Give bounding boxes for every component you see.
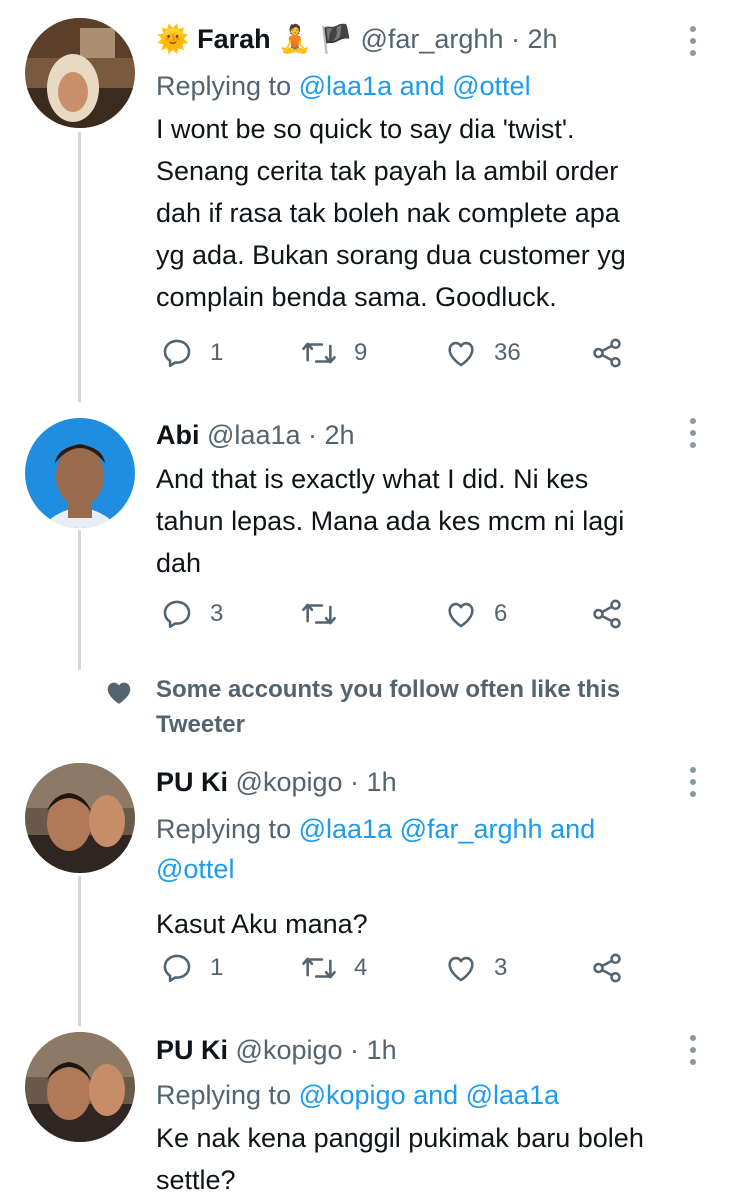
tweet[interactable]: PU Ki @kopigo · 1h Replying to @kopigo a… bbox=[0, 1025, 734, 1200]
share-button[interactable] bbox=[590, 594, 624, 634]
display-name[interactable]: Abi bbox=[156, 420, 200, 450]
tweet-text: Kasut Aku mana? bbox=[156, 903, 694, 945]
display-name[interactable]: PU Ki bbox=[156, 767, 228, 797]
like-button[interactable]: 36 bbox=[444, 333, 521, 373]
like-button[interactable]: 6 bbox=[444, 594, 507, 634]
mention-link[interactable]: @ottel bbox=[156, 854, 234, 884]
tweet-header: 🌞 Farah 🧘 🏴 @far_arghh · 2h bbox=[156, 22, 694, 56]
replying-to: Replying to @laa1a @far_arghh and @ottel bbox=[156, 809, 694, 889]
timestamp[interactable]: 2h bbox=[528, 24, 558, 54]
share-button[interactable] bbox=[590, 333, 624, 373]
reply-count: 1 bbox=[210, 954, 224, 981]
reply-count: 1 bbox=[210, 339, 224, 366]
tweet-text-line: Ke nak kena panggil pukimak baru boleh bbox=[156, 1123, 644, 1153]
mention-link[interactable]: @kopigo and @laa1a bbox=[299, 1080, 560, 1110]
sun-emoji-icon: 🌞 bbox=[156, 24, 190, 54]
tweet-text-line: Kasut Aku mana? bbox=[156, 909, 368, 939]
tweet-actions: 3 6 bbox=[160, 594, 640, 634]
share-icon bbox=[593, 338, 621, 368]
tweet-text: And that is exactly what I did. Ni kes t… bbox=[156, 458, 694, 584]
tweet-text: Ke nak kena panggil pukimak baru boleh s… bbox=[156, 1117, 694, 1201]
display-name[interactable]: PU Ki bbox=[156, 1035, 228, 1065]
timestamp[interactable]: 1h bbox=[367, 767, 397, 797]
retweet-icon bbox=[302, 957, 336, 979]
replying-to: Replying to @laa1a and @ottel bbox=[156, 66, 694, 106]
separator-dot: · bbox=[308, 420, 318, 450]
reply-button[interactable]: 1 bbox=[160, 333, 223, 373]
avatar[interactable] bbox=[25, 1032, 135, 1142]
tweet-header: PU Ki @kopigo · 1h bbox=[156, 765, 694, 799]
tweet-actions: 1 4 3 bbox=[160, 948, 640, 988]
share-icon bbox=[593, 599, 621, 629]
heart-outline-icon bbox=[448, 602, 474, 628]
tweet-text-line: dah bbox=[156, 548, 202, 578]
heart-outline-icon bbox=[448, 956, 474, 982]
tweet-text-line: settle? bbox=[156, 1165, 236, 1195]
replying-to-label: Replying to bbox=[156, 814, 292, 844]
replying-to-label: Replying to bbox=[156, 1080, 292, 1110]
heart-outline-icon bbox=[448, 341, 474, 367]
timestamp[interactable]: 1h bbox=[367, 1035, 397, 1065]
handle[interactable]: @far_arghh bbox=[360, 24, 503, 54]
tweet-header: Abi @laa1a · 2h bbox=[156, 418, 694, 452]
tweet[interactable]: Abi @laa1a · 2h And that is exactly what… bbox=[0, 400, 734, 670]
handle[interactable]: @kopigo bbox=[236, 1035, 343, 1065]
retweet-count: 9 bbox=[354, 339, 368, 366]
separator-dot: · bbox=[350, 1035, 360, 1065]
retweet-icon bbox=[302, 603, 336, 625]
replying-to: Replying to @kopigo and @laa1a bbox=[156, 1075, 694, 1115]
tweet-text-line: Senang cerita tak payah la ambil order bbox=[156, 156, 619, 186]
retweet-button[interactable] bbox=[300, 594, 338, 634]
tweet[interactable]: 🌞 Farah 🧘 🏴 @far_arghh · 2h Replying to … bbox=[0, 0, 734, 400]
separator-dot: · bbox=[350, 767, 360, 797]
reply-icon bbox=[163, 339, 191, 368]
avatar[interactable] bbox=[25, 18, 135, 128]
social-context-line: Some accounts you follow often like this bbox=[156, 676, 621, 703]
tweet-text-line: I wont be so quick to say dia 'twist'. bbox=[156, 114, 575, 144]
tweet-text-line: And that is exactly what I did. Ni kes bbox=[156, 464, 589, 494]
timestamp[interactable]: 2h bbox=[325, 420, 355, 450]
separator-dot: · bbox=[510, 24, 520, 54]
more-options-icon[interactable] bbox=[688, 767, 698, 797]
mention-link[interactable]: @laa1a @far_arghh and bbox=[299, 814, 596, 844]
tweet-text-line: complain benda sama. Goodluck. bbox=[156, 282, 557, 312]
like-count: 3 bbox=[494, 954, 508, 981]
retweet-button[interactable]: 9 bbox=[300, 333, 367, 373]
like-count: 6 bbox=[494, 600, 508, 627]
more-options-icon[interactable] bbox=[688, 418, 698, 448]
reply-icon bbox=[163, 600, 191, 629]
more-options-icon[interactable] bbox=[688, 1035, 698, 1065]
avatar[interactable] bbox=[25, 763, 135, 873]
display-name[interactable]: Farah bbox=[197, 24, 271, 54]
tweet-actions: 1 9 36 bbox=[160, 333, 640, 373]
replying-to-label: Replying to bbox=[156, 71, 292, 101]
retweet-button[interactable]: 4 bbox=[300, 948, 367, 988]
reply-count: 3 bbox=[210, 600, 224, 627]
share-icon bbox=[593, 953, 621, 983]
flag-emoji-icon: 🏴 bbox=[319, 24, 353, 54]
retweet-icon bbox=[302, 342, 336, 364]
tweet-text-line: yg ada. Bukan sorang dua customer yg bbox=[156, 240, 626, 270]
retweet-count: 4 bbox=[354, 954, 368, 981]
tweet[interactable]: PU Ki @kopigo · 1h Replying to @laa1a @f… bbox=[0, 755, 734, 1025]
reply-button[interactable]: 1 bbox=[160, 948, 223, 988]
social-context-line: Tweeter bbox=[156, 711, 245, 738]
like-button[interactable]: 3 bbox=[444, 948, 507, 988]
reply-icon bbox=[163, 954, 191, 983]
heart-icon bbox=[107, 682, 131, 704]
share-button[interactable] bbox=[590, 948, 624, 988]
tweet-text-line: tahun lepas. Mana ada kes mcm ni lagi bbox=[156, 506, 625, 536]
more-options-icon[interactable] bbox=[688, 26, 698, 56]
social-context: Some accounts you follow often like this… bbox=[0, 670, 734, 750]
like-count: 36 bbox=[494, 339, 521, 366]
tweet-text: I wont be so quick to say dia 'twist'. S… bbox=[156, 108, 694, 318]
reply-button[interactable]: 3 bbox=[160, 594, 223, 634]
handle[interactable]: @laa1a bbox=[207, 420, 300, 450]
person-emoji-icon: 🧘 bbox=[278, 24, 312, 54]
mention-link[interactable]: @laa1a and @ottel bbox=[299, 71, 531, 101]
avatar[interactable] bbox=[25, 418, 135, 528]
handle[interactable]: @kopigo bbox=[236, 767, 343, 797]
tweet-text-line: dah if rasa tak boleh nak complete apa bbox=[156, 198, 620, 228]
tweet-header: PU Ki @kopigo · 1h bbox=[156, 1033, 694, 1067]
